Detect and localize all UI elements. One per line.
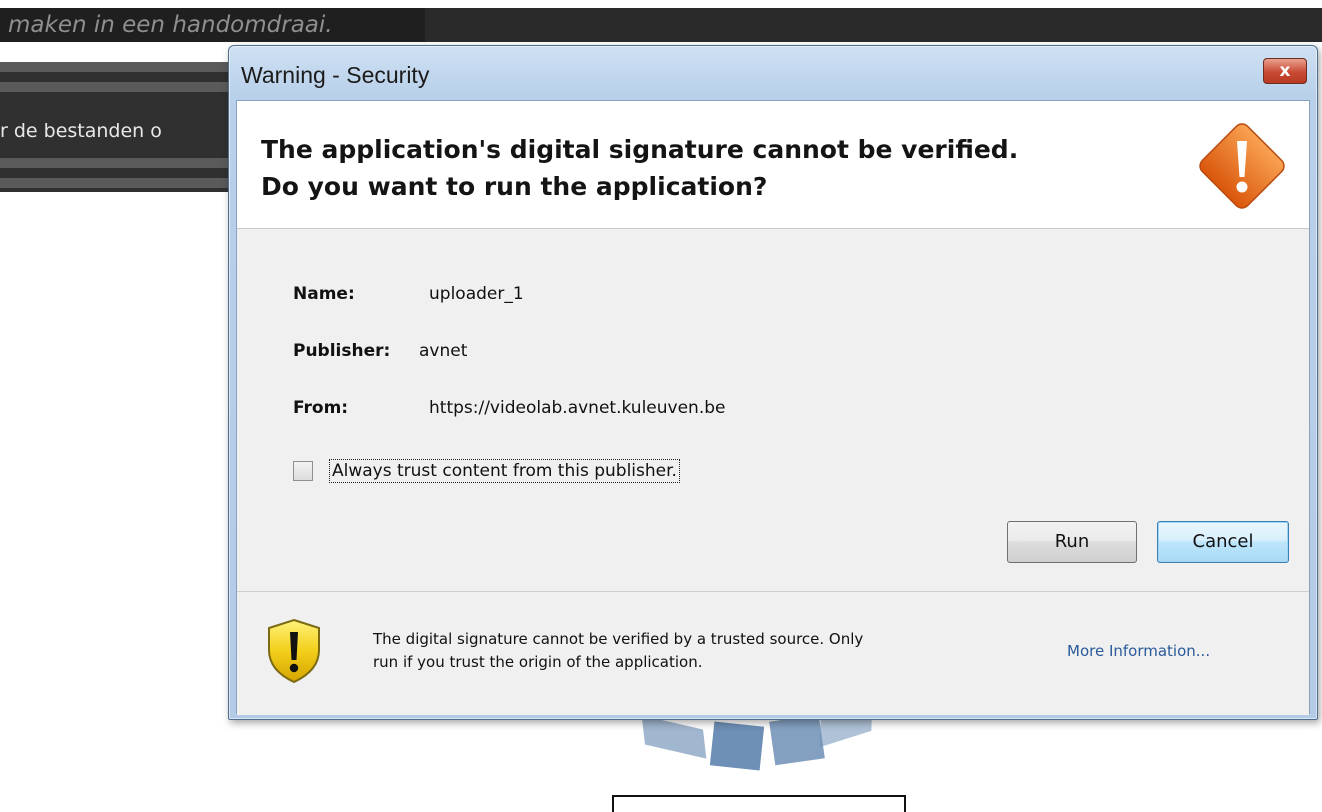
loading-spinner-segment bbox=[641, 715, 707, 759]
field-publisher: Publisher: avnet bbox=[293, 341, 467, 361]
dialog-heading: The application's digital signature cann… bbox=[261, 131, 1141, 205]
loading-spinner-segment bbox=[769, 714, 825, 766]
always-trust-checkbox[interactable] bbox=[293, 461, 313, 481]
footer-message-line-2: run if you trust the origin of the appli… bbox=[373, 653, 703, 671]
page-headline: maken in een handomdraai. bbox=[8, 12, 333, 38]
heading-line-1: The application's digital signature cann… bbox=[261, 135, 1019, 164]
cancel-button[interactable]: Cancel bbox=[1157, 521, 1289, 563]
run-button[interactable]: Run bbox=[1007, 521, 1137, 563]
dialog-header: The application's digital signature cann… bbox=[237, 101, 1309, 229]
panel-stripe bbox=[0, 178, 236, 188]
dialog-footer: The digital signature cannot be verified… bbox=[237, 591, 1309, 715]
more-information-link[interactable]: More Information... bbox=[1067, 642, 1210, 660]
field-name: Name: uploader_1 bbox=[293, 284, 524, 304]
loading-spinner-segment bbox=[709, 721, 765, 771]
heading-line-2: Do you want to run the application? bbox=[261, 172, 768, 201]
page-outline-box bbox=[612, 795, 906, 812]
warning-diamond-icon bbox=[1199, 123, 1285, 209]
close-button[interactable]: x bbox=[1263, 58, 1307, 84]
warning-shield-icon bbox=[268, 618, 320, 684]
name-label: Name: bbox=[293, 284, 355, 304]
dialog-title: Warning - Security bbox=[241, 62, 430, 88]
publisher-value: avnet bbox=[419, 341, 468, 361]
panel-stripe bbox=[0, 158, 236, 168]
dialog-title-bar[interactable]: Warning - Security x bbox=[229, 46, 1317, 100]
field-from: From: https://videolab.avnet.kuleuven.be bbox=[293, 398, 726, 418]
footer-message-line-1: The digital signature cannot be verified… bbox=[373, 630, 864, 648]
panel-stripe bbox=[0, 82, 236, 92]
security-warning-dialog: Warning - Security x The application's d… bbox=[228, 45, 1318, 720]
from-value: https://videolab.avnet.kuleuven.be bbox=[429, 398, 726, 418]
dialog-content: The application's digital signature cann… bbox=[236, 100, 1310, 715]
always-trust-label[interactable]: Always trust content from this publisher… bbox=[329, 459, 680, 483]
panel-stripe bbox=[0, 62, 236, 72]
close-icon: x bbox=[1279, 61, 1291, 81]
from-label: From: bbox=[293, 398, 349, 418]
footer-message: The digital signature cannot be verified… bbox=[373, 628, 1013, 674]
page-panel-text: r de bestanden o bbox=[0, 120, 162, 142]
publisher-label: Publisher: bbox=[293, 341, 391, 361]
name-value: uploader_1 bbox=[429, 284, 524, 304]
page-header-bar-right bbox=[425, 8, 1322, 42]
